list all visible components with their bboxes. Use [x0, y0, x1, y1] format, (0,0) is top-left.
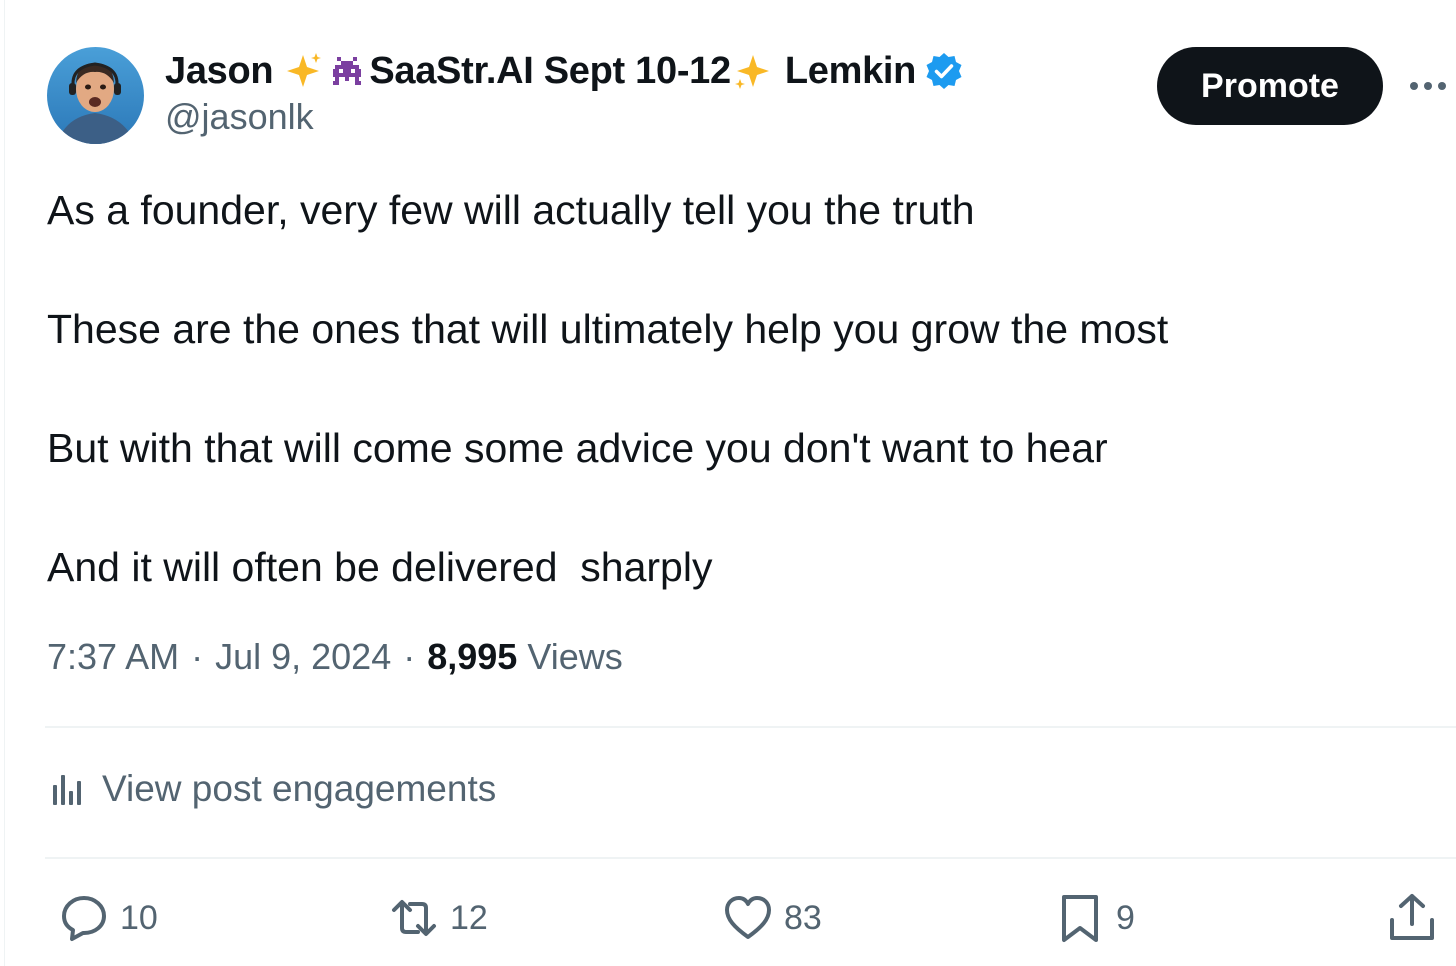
- tweet-meta: 7:37 AM · Jul 9, 2024 · 8,995 Views: [47, 636, 623, 678]
- bar-chart-icon: [50, 771, 86, 807]
- views-label: Views: [527, 636, 623, 677]
- repost-button[interactable]: 12: [388, 892, 488, 944]
- tweet-time[interactable]: 7:37 AM: [47, 636, 179, 678]
- views-count: 8,995: [427, 636, 518, 677]
- sparkles-icon: [283, 51, 323, 91]
- meta-separator: ·: [191, 636, 204, 677]
- reply-icon: [62, 896, 106, 941]
- sparkles-icon: [733, 51, 773, 91]
- verified-badge-icon[interactable]: [924, 51, 964, 91]
- action-bar: 10 12 83 9: [0, 890, 1456, 950]
- left-border: [4, 0, 5, 966]
- alien-monster-icon: [327, 51, 367, 91]
- tweet-paragraph: As a founder, very few will actually tel…: [47, 187, 975, 233]
- view-engagements-label: View post engagements: [102, 768, 497, 809]
- display-name-last[interactable]: Lemkin: [785, 50, 917, 93]
- tweet-paragraph: These are the ones that will ultimately …: [47, 306, 1169, 352]
- tweet-date[interactable]: Jul 9, 2024: [215, 636, 391, 678]
- display-name-row[interactable]: Jason SaaStr.AI Sept 10-12 Lemkin: [165, 46, 964, 96]
- bookmark-button[interactable]: 9: [1054, 892, 1135, 944]
- like-count: 83: [784, 898, 822, 937]
- share-button[interactable]: [1386, 892, 1438, 944]
- repost-icon: [392, 900, 436, 936]
- tweet-text: As a founder, very few will actually tel…: [47, 184, 1427, 660]
- like-button[interactable]: 83: [722, 892, 822, 944]
- author-block: Jason SaaStr.AI Sept 10-12 Lemkin @jason…: [165, 46, 964, 138]
- reply-count: 10: [120, 898, 158, 937]
- user-handle[interactable]: @jasonlk: [165, 96, 964, 138]
- more-icon[interactable]: [1408, 72, 1448, 100]
- tweet-paragraph: And it will often be delivered sharply: [47, 544, 713, 590]
- tweet-paragraph: But with that will come some advice you …: [47, 425, 1108, 471]
- like-icon: [725, 896, 771, 939]
- reply-button[interactable]: 10: [58, 892, 158, 944]
- divider: [45, 726, 1456, 728]
- display-name-first[interactable]: Jason: [165, 50, 274, 93]
- divider: [45, 857, 1456, 859]
- share-icon: [1390, 894, 1434, 940]
- view-engagements-link[interactable]: View post engagements: [50, 768, 496, 810]
- promote-button[interactable]: Promote: [1157, 47, 1383, 125]
- meta-separator: ·: [403, 636, 416, 677]
- bookmark-count: 9: [1116, 898, 1135, 937]
- repost-count: 12: [450, 898, 488, 937]
- display-name-middle[interactable]: SaaStr.AI Sept 10-12: [369, 50, 731, 93]
- avatar[interactable]: [47, 47, 144, 144]
- bookmark-icon: [1062, 895, 1098, 942]
